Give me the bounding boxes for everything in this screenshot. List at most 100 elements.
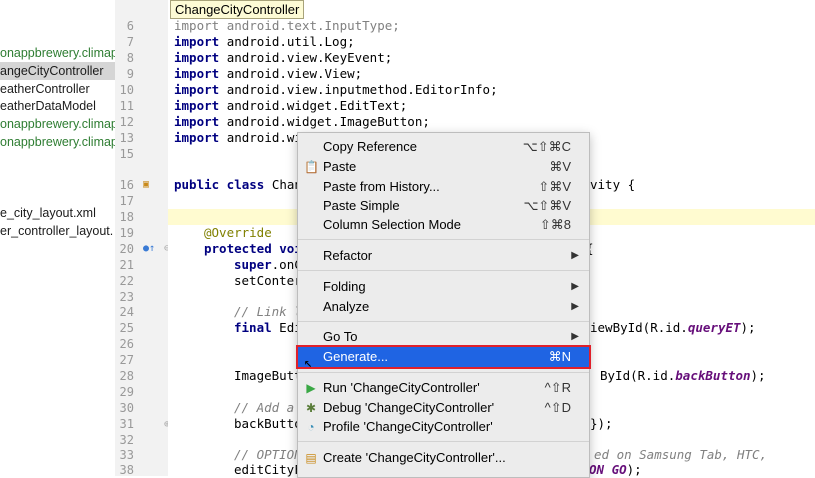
- override-marker-icon[interactable]: ●↑: [143, 243, 155, 254]
- code-line: iewById(R.id.queryET);: [590, 320, 756, 336]
- line-number: 21: [119, 258, 134, 272]
- keyword: protected voi: [204, 241, 302, 256]
- code-text: editCityF: [234, 462, 302, 477]
- menu-item-label: Paste: [323, 159, 357, 174]
- menu-item-debug[interactable]: ✱ Debug 'ChangeCityController' ^⇧D: [298, 398, 589, 418]
- line-number: 22: [119, 274, 134, 288]
- code-text: });: [590, 416, 613, 431]
- menu-item-analyze[interactable]: Analyze ▶: [298, 297, 589, 317]
- menu-item-shortcut: ⌥⇧⌘C: [522, 139, 571, 154]
- menu-item-label: Folding: [323, 279, 366, 294]
- code-text: android.view.View;: [226, 66, 363, 81]
- menu-item-go-to[interactable]: Go To ▶: [298, 327, 589, 347]
- menu-item-label: Create 'ChangeCityController'...: [323, 450, 506, 465]
- code-comment: // Add a: [234, 400, 295, 415]
- menu-separator: [298, 441, 589, 442]
- profile-gauge-icon: ◔: [307, 420, 315, 434]
- code-line: ImageButt: [234, 368, 302, 384]
- code-line: super.onC: [234, 257, 302, 273]
- class-name-tooltip: ChangeCityController: [170, 0, 305, 19]
- line-number: 7: [126, 35, 134, 49]
- code-line: import android.view.View;: [174, 66, 362, 82]
- editor-context-menu: Copy Reference ⌥⇧⌘C 📋 Paste ⌘V Paste from H…: [296, 132, 591, 478]
- menu-item-label: Copy Reference: [323, 139, 417, 154]
- menu-item-run[interactable]: ▶ Run 'ChangeCityController' ^⇧R: [298, 378, 589, 398]
- debug-bug-icon: ✱: [305, 401, 317, 415]
- code-text: backButto: [234, 416, 302, 431]
- field-ref: ON GO: [589, 462, 627, 477]
- code-line: protected voi: [204, 241, 302, 257]
- code-text: );: [740, 320, 756, 335]
- code-line: import android.widget.ImageButton;: [174, 114, 430, 130]
- menu-item-create-configuration[interactable]: ▤ Create 'ChangeCityController'...: [298, 448, 589, 468]
- line-number: 29: [119, 385, 134, 399]
- menu-item-paste-from-history[interactable]: Paste from History... ⇧⌘V: [298, 177, 589, 197]
- menu-item-label: Generate...: [323, 349, 389, 364]
- line-number: 20: [119, 242, 134, 256]
- code-line: import android.util.Log;: [174, 34, 355, 50]
- menu-item-copy-reference[interactable]: Copy Reference ⌥⇧⌘C: [298, 137, 589, 157]
- menu-separator: [298, 321, 589, 322]
- line-number: 6: [126, 19, 134, 33]
- tree-package-item[interactable]: onappbrewery.climap: [0, 133, 115, 151]
- code-text: android.wi: [226, 130, 302, 145]
- code-text: android.widget.EditText;: [226, 98, 408, 113]
- code-line: });: [590, 416, 613, 432]
- code-line: backButto: [234, 416, 302, 432]
- menu-item-column-selection-mode[interactable]: Column Selection Mode ⇧⌘8: [298, 215, 589, 235]
- line-number: 23: [119, 290, 134, 304]
- menu-item-paste[interactable]: 📋 Paste ⌘V: [298, 157, 589, 177]
- code-line: import android.view.inputmethod.EditorIn…: [174, 82, 498, 98]
- code-text: android.view.inputmethod.EditorInfo;: [226, 82, 498, 97]
- code-line: setConter: [234, 273, 302, 289]
- field-ref: queryET: [687, 320, 741, 335]
- menu-item-label: Run 'ChangeCityController': [323, 380, 480, 395]
- line-number: 28: [119, 369, 134, 383]
- menu-item-shortcut: ⌘N: [548, 349, 571, 364]
- tree-item-weather-controller-layout[interactable]: er_controller_layout.: [0, 222, 113, 240]
- menu-item-label: Analyze: [323, 299, 370, 314]
- line-number: 9: [126, 67, 134, 81]
- menu-separator: [298, 270, 589, 271]
- tree-package-item[interactable]: onappbrewery.climap: [0, 44, 115, 62]
- code-comment: // Link l: [234, 304, 302, 319]
- keyword: import: [174, 114, 220, 129]
- project-tree: onappbrewery.climap angeCityController e…: [0, 0, 116, 476]
- code-line: import android.text.InputType;: [174, 18, 400, 34]
- menu-item-shortcut: ⇧⌘V: [538, 179, 571, 194]
- submenu-arrow-icon: ▶: [571, 250, 579, 261]
- menu-item-label: Paste from History...: [323, 179, 440, 194]
- menu-item-label: Column Selection Mode: [323, 217, 462, 232]
- code-line: vity {: [590, 177, 635, 193]
- menu-item-refactor[interactable]: Refactor ▶: [298, 246, 589, 266]
- field-ref: backButton: [675, 368, 751, 383]
- code-text: ImageButt: [234, 368, 302, 383]
- line-number: 33: [119, 448, 134, 462]
- code-text: android.util.Log;: [226, 34, 355, 49]
- menu-item-label: Debug 'ChangeCityController': [323, 400, 495, 415]
- menu-item-paste-simple[interactable]: Paste Simple ⌥⇧⌘V: [298, 196, 589, 216]
- tree-item-weather-data-model[interactable]: eatherDataModel: [0, 97, 96, 115]
- code-text: setConter: [234, 273, 302, 288]
- tree-item-weather-controller[interactable]: eatherController: [0, 80, 90, 98]
- code-line: public class Chan: [174, 177, 302, 193]
- create-config-icon: ▤: [305, 451, 317, 465]
- menu-item-profile[interactable]: ◔ Profile 'ChangeCityController': [298, 417, 589, 437]
- annotation: @Override: [204, 225, 272, 240]
- code-line: import android.wi: [174, 130, 302, 146]
- menu-item-generate[interactable]: Generate... ⌘N: [296, 345, 591, 369]
- line-number: 15: [119, 147, 134, 161]
- menu-separator: [298, 239, 589, 240]
- menu-item-folding[interactable]: Folding ▶: [298, 277, 589, 297]
- code-line: import android.widget.EditText;: [174, 98, 407, 114]
- code-line: ById(R.id.backButton);: [600, 368, 766, 384]
- line-number: 10: [119, 83, 134, 97]
- code-text: vity {: [590, 177, 636, 192]
- code-text: android.view.KeyEvent;: [226, 50, 393, 65]
- tree-item-change-city-layout[interactable]: e_city_layout.xml: [0, 204, 96, 222]
- tree-item-change-city-controller[interactable]: angeCityController: [0, 62, 115, 80]
- class-marker-icon[interactable]: ▣: [143, 179, 149, 190]
- keyword: import: [174, 130, 220, 145]
- tree-package-item[interactable]: onappbrewery.climap: [0, 115, 115, 133]
- menu-item-label: Profile 'ChangeCityController': [323, 419, 493, 434]
